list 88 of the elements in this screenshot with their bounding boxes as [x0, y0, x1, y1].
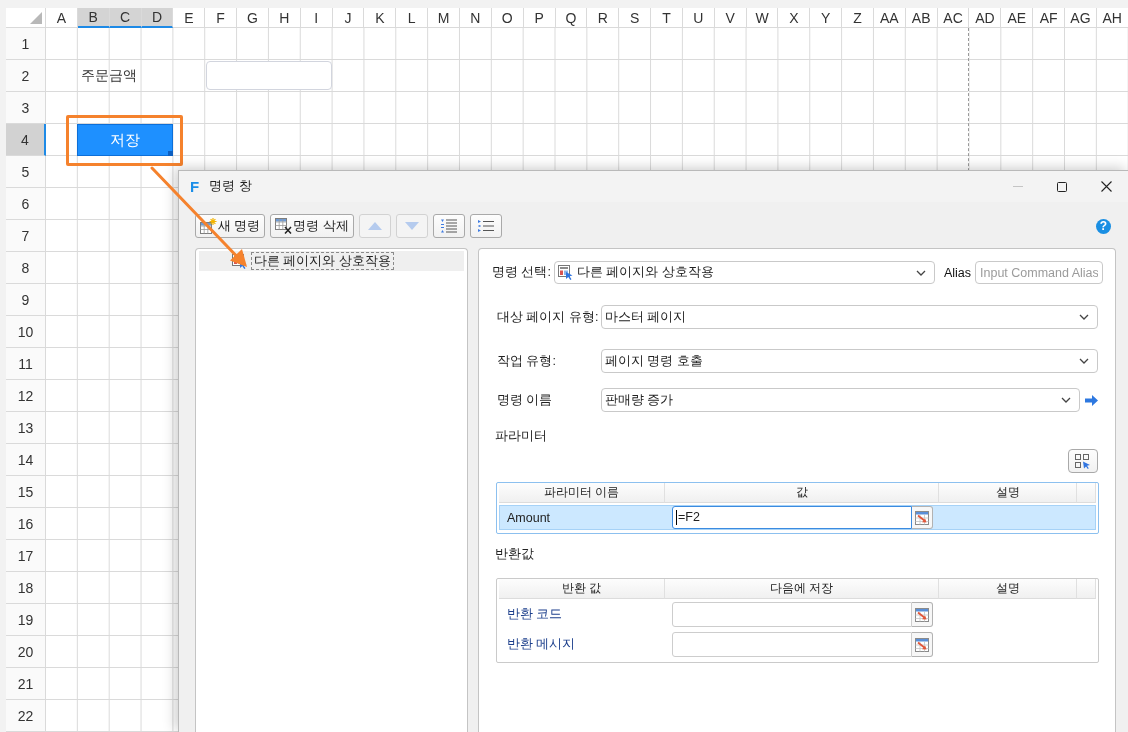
row-header[interactable]: 20: [6, 636, 46, 668]
chevron-down-icon: [915, 269, 926, 276]
table-row[interactable]: Amount =F2: [499, 505, 1096, 530]
row-header[interactable]: 2: [6, 60, 46, 92]
row-header[interactable]: 19: [6, 604, 46, 636]
bullet-list-icon: [477, 220, 494, 232]
row-header[interactable]: 17: [6, 540, 46, 572]
field-label: 명령 선택:: [492, 264, 551, 281]
table-cell-text: Amount: [506, 509, 551, 527]
empty-column-header: [1077, 483, 1096, 503]
column-header[interactable]: B: [77, 8, 110, 28]
value-field[interactable]: [672, 602, 912, 627]
chevron-down-icon: [1079, 358, 1089, 364]
cell-picker-button[interactable]: [912, 506, 933, 529]
form-cursor-icon: [557, 265, 573, 280]
dropdown[interactable]: 마스터 페이지: [601, 305, 1098, 329]
down-triangle-icon: [404, 222, 419, 230]
row-header[interactable]: 15: [6, 476, 46, 508]
grid-cursor-icon: [1075, 453, 1091, 469]
column-header[interactable]: C: [109, 8, 142, 28]
row-header[interactable]: 14: [6, 444, 46, 476]
cell-picker-button[interactable]: [912, 632, 933, 657]
column-header[interactable]: 파라미터 이름: [499, 483, 665, 503]
row-header[interactable]: 8: [6, 252, 46, 284]
chevron-down-icon: [1061, 397, 1071, 403]
field-label: 대상 페이지 유형:: [497, 308, 600, 326]
maximize-icon: [1057, 181, 1067, 192]
row-header[interactable]: 9: [6, 284, 46, 316]
chevron-down-icon: [1079, 314, 1089, 320]
section-title: 파라미터: [495, 428, 547, 444]
grid-cross-icon: [275, 218, 293, 234]
row-header[interactable]: 10: [6, 316, 46, 348]
tree-item[interactable]: 다른 페이지와 상호작용: [199, 251, 464, 271]
section-title: 반환값: [495, 546, 534, 562]
row-header[interactable]: 7: [6, 220, 46, 252]
window-title: 명령 창: [209, 178, 252, 195]
field-label: 명령 이름: [497, 391, 554, 409]
input-field[interactable]: [206, 61, 332, 90]
cell-picker-button[interactable]: [912, 602, 933, 627]
row-header[interactable]: 5: [6, 156, 46, 188]
minimize-icon: [1013, 186, 1023, 187]
grid-sparkle-icon: [200, 218, 217, 234]
list-arrows-icon: [440, 219, 457, 233]
table-row[interactable]: 반환 메시지: [499, 630, 1096, 659]
column-header[interactable]: 값: [665, 483, 939, 503]
close-icon: [1100, 181, 1112, 192]
row-header[interactable]: 21: [6, 668, 46, 700]
select-all-button[interactable]: [6, 8, 46, 28]
resize-handle[interactable]: [168, 151, 174, 156]
value-field[interactable]: =F2: [672, 506, 912, 529]
delete-command-button[interactable]: 명령 삭제: [270, 214, 354, 238]
column-header[interactable]: 다음에 저장: [665, 579, 939, 599]
app-logo: F: [190, 179, 200, 194]
sheet-arrow-icon: [915, 510, 929, 525]
row-header[interactable]: 11: [6, 348, 46, 380]
column-header[interactable]: D: [141, 8, 174, 28]
column-header[interactable]: 반환 값: [499, 579, 665, 599]
alias-field[interactable]: Input Command Alias: [975, 261, 1103, 284]
right-arrow-icon[interactable]: [1085, 394, 1098, 406]
field-label: Alias: [943, 265, 971, 280]
table-row[interactable]: 반환 코드: [499, 600, 1096, 629]
command-dropdown[interactable]: 다른 페이지와 상호작용: [553, 261, 935, 284]
row-header[interactable]: 16: [6, 508, 46, 540]
row-header[interactable]: 6: [6, 188, 46, 220]
field-label: 작업 유형:: [497, 352, 557, 370]
layout-picker-button[interactable]: [1068, 449, 1098, 473]
column-header[interactable]: 설명: [939, 483, 1077, 503]
sheet-arrow-icon: [915, 607, 929, 622]
dropdown[interactable]: 판매량 증가: [601, 388, 1080, 412]
row-header[interactable]: 3: [6, 92, 46, 124]
new-command-button[interactable]: 새 명령: [195, 214, 266, 238]
row-header[interactable]: 22: [6, 700, 46, 732]
up-triangle-icon: [367, 222, 382, 230]
row-header[interactable]: 18: [6, 572, 46, 604]
row-header[interactable]: 12: [6, 380, 46, 412]
sheet-arrow-icon: [915, 637, 929, 652]
dropdown[interactable]: 페이지 명령 호출: [601, 349, 1098, 373]
table-cell-text: 반환 메시지: [506, 636, 576, 653]
row-header[interactable]: 13: [6, 412, 46, 444]
row-header[interactable]: 1: [6, 28, 46, 60]
cell-text: 주문금액: [79, 67, 137, 85]
bullet-list-button[interactable]: [469, 214, 502, 238]
row-header[interactable]: 4: [6, 124, 46, 156]
table-cell-text: 반환 코드: [506, 606, 563, 623]
corner-triangle-icon: [30, 12, 42, 24]
column-header[interactable]: 설명: [939, 579, 1077, 599]
empty-column-header: [1077, 579, 1096, 599]
value-field[interactable]: [672, 632, 912, 657]
